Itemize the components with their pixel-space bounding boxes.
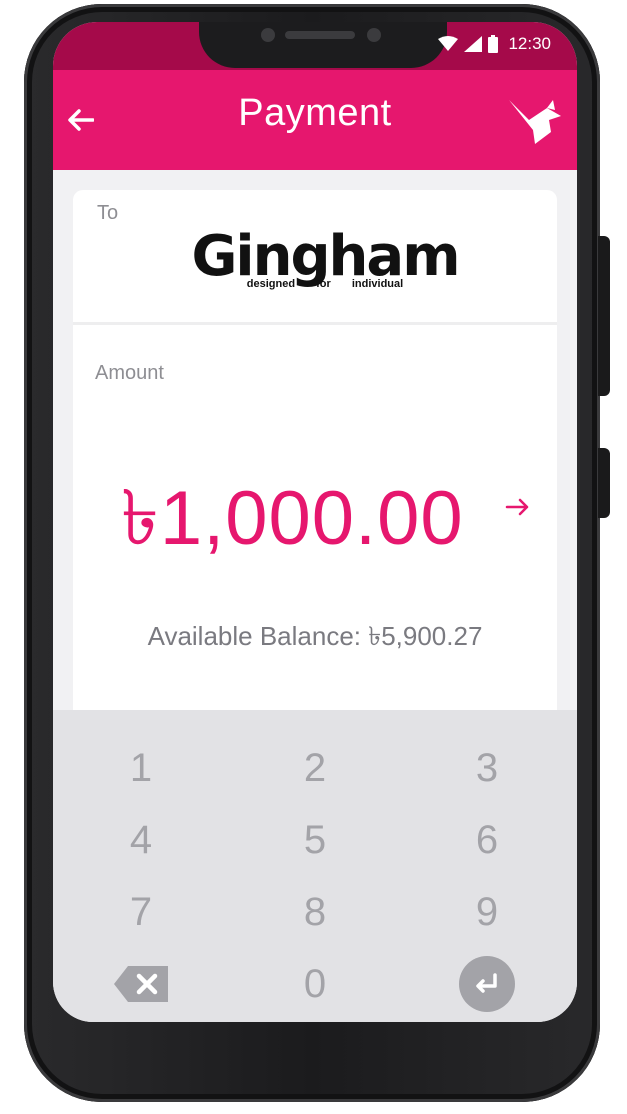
key-0[interactable]: 0 <box>255 952 375 1016</box>
key-5[interactable]: 5 <box>255 808 375 872</box>
amount-value[interactable]: ৳1,000.00 <box>121 460 464 587</box>
sensor-dot <box>261 28 275 42</box>
key-1[interactable]: 1 <box>81 736 201 800</box>
stage: 12:30 Payment To Gingham designed for in… <box>0 0 627 1114</box>
earpiece-speaker <box>285 31 355 39</box>
key-2[interactable]: 2 <box>255 736 375 800</box>
backspace-icon <box>114 966 168 1002</box>
camera-notch <box>199 22 447 68</box>
divider <box>73 322 557 325</box>
arrow-right-icon <box>505 498 529 516</box>
key-4[interactable]: 4 <box>81 808 201 872</box>
numeric-keypad: 1 2 3 4 5 6 7 8 9 0 <box>53 710 577 1022</box>
wifi-icon <box>438 36 459 51</box>
volume-button <box>598 448 610 518</box>
key-6[interactable]: 6 <box>427 808 547 872</box>
phone-screen: 12:30 Payment To Gingham designed for in… <box>53 22 577 1022</box>
status-bar: 12:30 <box>53 22 577 70</box>
battery-icon <box>488 35 499 53</box>
status-time: 12:30 <box>508 34 551 53</box>
backspace-key[interactable] <box>81 952 201 1016</box>
amount-label: Amount <box>95 362 164 384</box>
key-3[interactable]: 3 <box>427 736 547 800</box>
available-balance: Available Balance: ৳5,900.27 <box>147 621 483 651</box>
key-9[interactable]: 9 <box>427 880 547 944</box>
key-7[interactable]: 7 <box>81 880 201 944</box>
enter-icon <box>459 956 515 1012</box>
enter-key[interactable] <box>427 952 547 1016</box>
confirm-amount-button[interactable] <box>501 490 535 524</box>
page-title: Payment <box>238 92 392 134</box>
app-bar: Payment <box>53 70 577 170</box>
cellular-signal-icon <box>464 36 483 52</box>
front-camera <box>367 28 381 42</box>
payment-card: To Gingham designed for individual Amoun… <box>73 190 557 730</box>
merchant-logo: Gingham designed for individual <box>185 222 465 302</box>
key-8[interactable]: 8 <box>255 880 375 944</box>
to-label: To <box>97 202 119 224</box>
merchant-tagline: designed for individual <box>246 278 404 290</box>
power-button <box>598 236 610 396</box>
bird-logo-icon <box>509 100 561 144</box>
payment-content: To Gingham designed for individual Amoun… <box>53 170 577 730</box>
status-icons: 12:30 <box>438 34 551 54</box>
